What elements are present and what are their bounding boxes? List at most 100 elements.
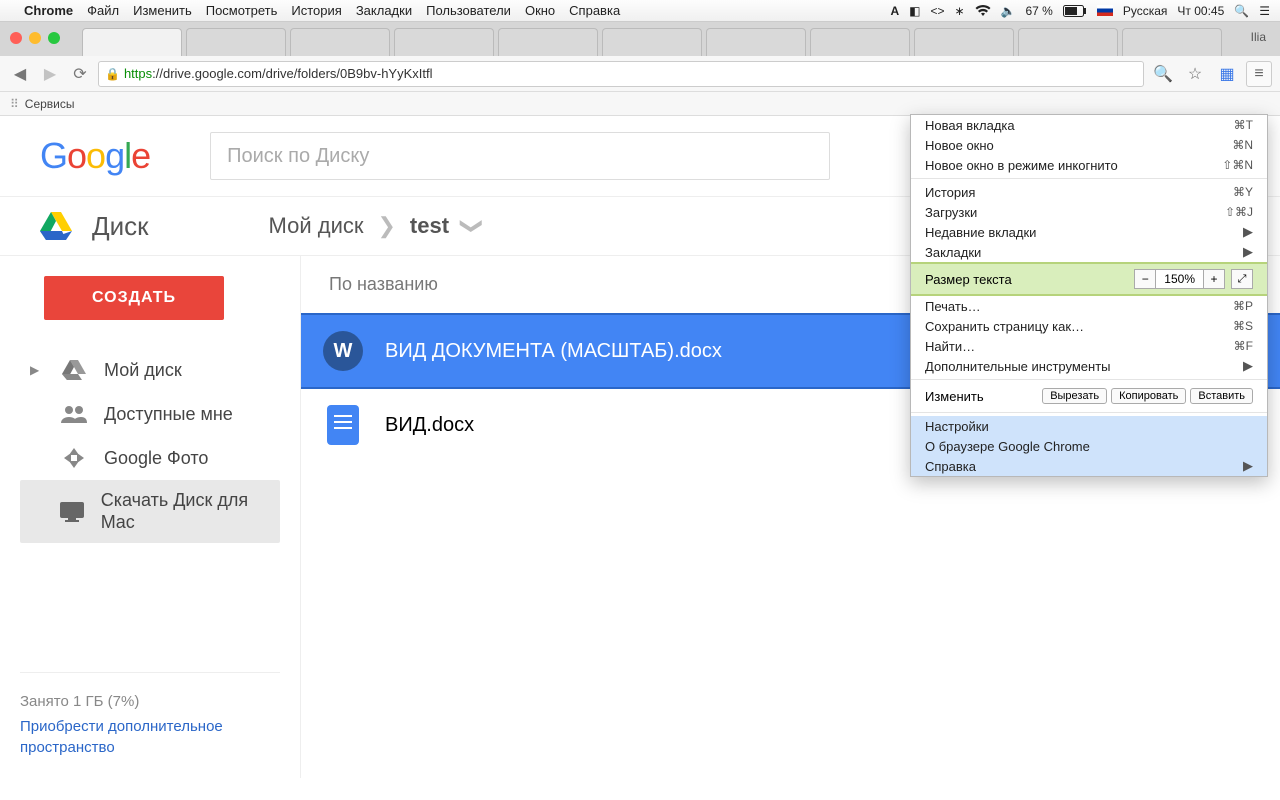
browser-tab[interactable] <box>706 28 806 56</box>
menu-find[interactable]: Найти…⌘F <box>911 336 1267 356</box>
file-name: ВИД.docx <box>385 414 474 437</box>
url-rest: ://drive.google.com/drive/folders/0B9bv-… <box>152 66 432 81</box>
browser-tab[interactable] <box>602 28 702 56</box>
sidebar-item-shared[interactable]: Доступные мне <box>20 392 280 436</box>
menu-help[interactable]: Справка▶ <box>911 456 1267 476</box>
browser-tab-active[interactable] <box>82 28 182 56</box>
sidebar-item-label: Google Фото <box>104 448 208 469</box>
browser-toolbar: ◀ ▶ ⟳ 🔒 https://drive.google.com/drive/f… <box>0 56 1280 92</box>
paste-button[interactable]: Вставить <box>1190 388 1253 404</box>
storage-info: Занято 1 ГБ (7%) Приобрести дополнительн… <box>20 672 280 758</box>
back-button[interactable]: ◀ <box>8 62 32 86</box>
menu-more-tools[interactable]: Дополнительные инструменты▶ <box>911 356 1267 376</box>
bookmarks-services[interactable]: Сервисы <box>25 97 75 111</box>
menu-about-chrome[interactable]: О браузере Google Chrome <box>911 436 1267 456</box>
breadcrumb-root[interactable]: Мой диск <box>269 213 364 239</box>
menu-settings[interactable]: Настройки <box>911 416 1267 436</box>
menu-edit-label: Изменить <box>925 389 984 404</box>
sidebar-item-photos[interactable]: Google Фото <box>20 436 280 480</box>
menu-help[interactable]: Справка <box>569 3 620 18</box>
chevron-down-icon[interactable]: ❯ <box>459 217 485 235</box>
menu-incognito[interactable]: Новое окно в режиме инкогнито⇧⌘N <box>911 155 1267 175</box>
menu-history[interactable]: История⌘Y <box>911 182 1267 202</box>
fullscreen-button[interactable]: ⤢ <box>1231 269 1253 289</box>
app-menu[interactable]: Chrome <box>24 3 73 18</box>
copy-button[interactable]: Копировать <box>1111 388 1186 404</box>
browser-tab[interactable] <box>290 28 390 56</box>
sidebar-item-label: Доступные мне <box>104 404 233 425</box>
browser-tab[interactable] <box>1122 28 1222 56</box>
reload-button[interactable]: ⟳ <box>68 62 92 86</box>
adobe-icon[interactable]: A <box>890 4 899 18</box>
zoom-out-button[interactable]: − <box>1134 269 1156 289</box>
extension-icon[interactable]: ▦ <box>1214 61 1240 87</box>
menu-view[interactable]: Посмотреть <box>206 3 278 18</box>
notification-center-icon[interactable]: ☰ <box>1259 4 1270 18</box>
volume-icon[interactable]: 🔈 <box>1001 4 1016 18</box>
drive-icon <box>40 212 72 240</box>
chrome-menu-button[interactable]: ≡ <box>1246 61 1272 87</box>
zoom-in-button[interactable]: + <box>1203 269 1225 289</box>
indicator-icon[interactable]: ◧ <box>909 4 920 18</box>
google-doc-icon <box>327 405 359 445</box>
star-icon[interactable]: ☆ <box>1182 61 1208 87</box>
browser-tab[interactable] <box>810 28 910 56</box>
clock[interactable]: Чт 00:45 <box>1177 4 1224 18</box>
menu-window[interactable]: Окно <box>525 3 555 18</box>
apps-icon[interactable]: ⠿ <box>10 97 19 111</box>
storage-upgrade-link[interactable]: Приобрести дополнительное пространство <box>20 716 280 758</box>
battery-icon[interactable] <box>1063 5 1087 17</box>
bluetooth-icon[interactable]: ∗ <box>954 4 964 18</box>
close-window-button[interactable] <box>10 32 22 44</box>
menu-zoom-row: Размер текста − 150% + ⤢ <box>911 262 1267 296</box>
desktop-icon <box>59 500 85 524</box>
sidebar-item-label: Мой диск <box>104 360 182 381</box>
sidebar-item-mydrive[interactable]: ▶ Мой диск <box>20 348 280 392</box>
create-button[interactable]: СОЗДАТЬ <box>44 276 224 320</box>
menu-new-tab[interactable]: Новая вкладка⌘T <box>911 115 1267 135</box>
spotlight-icon[interactable]: 🔍 <box>1234 4 1249 18</box>
flag-russia-icon[interactable] <box>1097 5 1113 16</box>
menu-print[interactable]: Печать…⌘P <box>911 296 1267 316</box>
zoom-indicator-icon[interactable]: 🔍 <box>1150 61 1176 87</box>
people-icon <box>60 402 88 426</box>
browser-tab[interactable] <box>394 28 494 56</box>
browser-tab[interactable] <box>498 28 598 56</box>
breadcrumb-current[interactable]: test <box>410 213 449 239</box>
browser-tab[interactable] <box>914 28 1014 56</box>
menu-downloads[interactable]: Загрузки⇧⌘J <box>911 202 1267 222</box>
chrome-dropdown-menu: Новая вкладка⌘T Новое окно⌘N Новое окно … <box>910 114 1268 477</box>
menu-bookmarks[interactable]: Закладки <box>356 3 412 18</box>
address-bar[interactable]: 🔒 https://drive.google.com/drive/folders… <box>98 61 1144 87</box>
search-input[interactable]: Поиск по Диску <box>210 132 830 180</box>
minimize-window-button[interactable] <box>29 32 41 44</box>
photos-icon <box>60 446 88 470</box>
macos-menubar: Chrome Файл Изменить Посмотреть История … <box>0 0 1280 22</box>
browser-tab[interactable] <box>186 28 286 56</box>
battery-percent: 67 % <box>1026 4 1053 18</box>
profile-label[interactable]: Ilia <box>1251 30 1266 44</box>
menu-recent-tabs[interactable]: Недавние вкладки▶ <box>911 222 1267 242</box>
menu-save-as[interactable]: Сохранить страницу как…⌘S <box>911 316 1267 336</box>
menu-file[interactable]: Файл <box>87 3 119 18</box>
sidebar-item-download[interactable]: Скачать Диск для Mac <box>20 480 280 543</box>
menu-users[interactable]: Пользователи <box>426 3 511 18</box>
forward-button[interactable]: ▶ <box>38 62 62 86</box>
expand-arrow-icon[interactable]: ▶ <box>30 363 44 377</box>
menu-new-window[interactable]: Новое окно⌘N <box>911 135 1267 155</box>
wifi-icon[interactable] <box>975 5 991 17</box>
menu-separator <box>911 178 1267 179</box>
cut-button[interactable]: Вырезать <box>1042 388 1107 404</box>
word-doc-icon: W <box>323 331 363 371</box>
code-icon[interactable]: <> <box>930 4 944 18</box>
menu-bookmarks[interactable]: Закладки▶ <box>911 242 1267 262</box>
menu-history[interactable]: История <box>291 3 341 18</box>
file-name: ВИД ДОКУМЕНТА (МАСШТАБ).docx <box>385 340 722 363</box>
google-logo[interactable]: Google <box>40 135 150 177</box>
menu-edit[interactable]: Изменить <box>133 3 192 18</box>
menu-edit-row: Изменить Вырезать Копировать Вставить <box>911 383 1267 409</box>
input-language[interactable]: Русская <box>1123 4 1168 18</box>
browser-tab[interactable] <box>1018 28 1118 56</box>
menu-zoom-label: Размер текста <box>925 272 1012 287</box>
zoom-window-button[interactable] <box>48 32 60 44</box>
